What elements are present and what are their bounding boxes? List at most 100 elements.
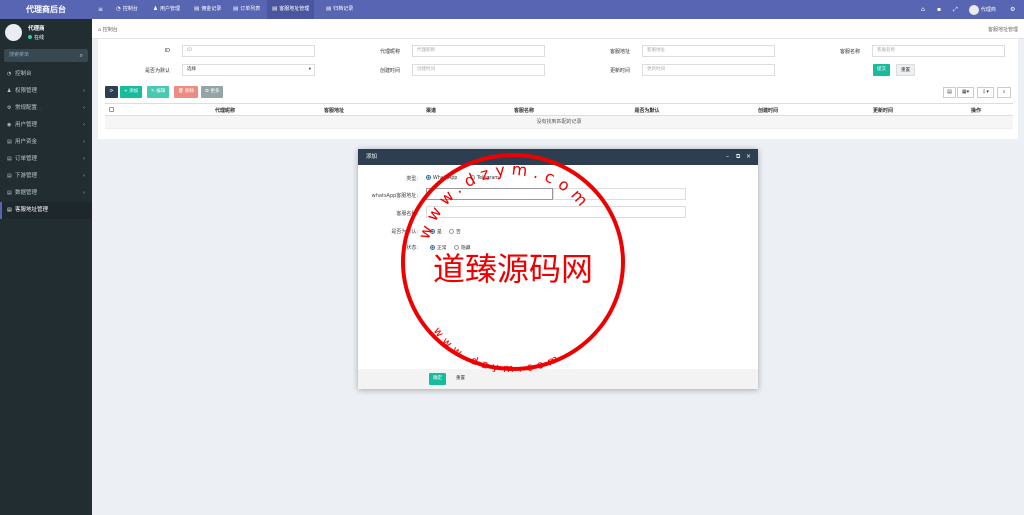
sidebar-item-8[interactable]: ▤ 客服地址管理 — [0, 202, 92, 219]
default-option-no[interactable]: 否 — [449, 228, 461, 235]
search-icon[interactable]: ⌕ — [997, 87, 1011, 98]
tab-label: 控制台 — [122, 6, 138, 12]
column-header[interactable]: 操作 — [971, 107, 981, 114]
address-input[interactable] — [426, 188, 553, 200]
list-icon: ▤ — [7, 207, 12, 213]
sidebar-item-3[interactable]: ◉ 用户管理 ‹ — [0, 117, 92, 134]
close-icon[interactable]: × — [746, 149, 751, 165]
home-icon[interactable]: ⌂ — [921, 0, 925, 19]
filter-name-input[interactable]: 客服名称 — [872, 45, 1005, 57]
modal-footer: 确定 重置 — [358, 369, 758, 389]
column-header[interactable]: 客服名称 — [514, 107, 534, 114]
filter-updated-placeholder: 更新时间 — [647, 67, 665, 72]
name-label: 客服名称: — [396, 211, 418, 217]
filter-created-input[interactable]: 创建时间 — [412, 64, 545, 76]
delete-button[interactable]: 🗑 删除 — [174, 86, 199, 98]
filter-default-select[interactable]: 选择 ▾ — [182, 64, 315, 76]
tab-0[interactable]: ◔ 控制台 — [116, 0, 138, 19]
default-option-yes[interactable]: 是 — [430, 228, 442, 235]
modal-header: 添加 – ⧉ × — [358, 149, 758, 165]
column-header[interactable]: 代理昵称 — [215, 107, 235, 114]
edit-button[interactable]: ✎ 编辑 — [147, 86, 170, 98]
tab-4[interactable]: ▤ 客服地址管理 — [267, 0, 315, 19]
filter-agent-input[interactable]: 代理昵称 — [412, 45, 545, 57]
status-option-hidden[interactable]: 隐藏 — [454, 244, 471, 251]
sidebar-item-1[interactable]: ♟ 权限管理 ‹ — [0, 83, 92, 100]
caret-down-icon: ▾ — [308, 67, 311, 72]
fullscreen-icon[interactable]: ⤢ — [953, 0, 958, 19]
tab-2[interactable]: ▤ 佣金记录 — [194, 0, 221, 19]
sidebar-item-6[interactable]: ▤ 下游管理 ‹ — [0, 168, 92, 185]
column-header[interactable]: 客服地址 — [324, 107, 344, 114]
sidebar-item-7[interactable]: ▤ 数据管理 ‹ — [0, 185, 92, 202]
list-icon: ▤ — [7, 139, 12, 145]
column-header[interactable]: 创建时间 — [758, 107, 778, 114]
table-header: ID 代理昵称 客服地址 渠道 客服名称 是否为默认 创建时间 更新时间 操作 — [37, 103, 1013, 116]
maximize-icon[interactable]: ⧉ — [736, 149, 740, 165]
tab-1[interactable]: ♟ 用户管理 — [153, 0, 180, 19]
sidebar-search-input[interactable]: 搜索菜单 ⌕ — [4, 49, 88, 62]
list-icon: ▤ — [7, 173, 12, 179]
status-option-normal[interactable]: 正常 — [430, 244, 447, 251]
user-menu[interactable]: 代理商 — [969, 0, 996, 19]
filter-address-input[interactable]: 客服地址 — [642, 45, 775, 57]
minimize-icon[interactable]: – — [726, 149, 729, 165]
type-option-telegram[interactable]: Telegram — [470, 175, 499, 181]
filter-updated-input[interactable]: 更新时间 — [642, 64, 775, 76]
sidebar-item-label: 控制台 — [15, 71, 32, 77]
breadcrumb-current: 客服地址管理 — [987, 27, 1018, 33]
reset-button[interactable]: 重置 — [896, 64, 915, 76]
select-all-checkbox[interactable] — [109, 107, 114, 112]
brand-title[interactable]: 代理商后台 — [0, 0, 92, 19]
sidebar-item-0[interactable]: ◔ 控制台 — [0, 66, 92, 83]
dashboard-icon: ◔ — [7, 71, 12, 77]
add-modal: 添加 – ⧉ × 类型: WhatsApp Telegram whatsApp客… — [358, 149, 758, 389]
filter-default-value: 选择 — [187, 67, 196, 72]
sidebar-item-4[interactable]: ▤ 用户资金 ‹ — [0, 134, 92, 151]
sidebar-item-5[interactable]: ▤ 订单管理 ‹ — [0, 151, 92, 168]
trash-icon[interactable]: ▪ — [937, 0, 941, 19]
search-icon[interactable]: ⌕ — [80, 49, 83, 62]
export-icon[interactable]: ⇩▾ — [977, 87, 994, 98]
sidebar-item-label: 用户资金 — [15, 139, 38, 145]
toggle-view-icon[interactable]: ▤ — [943, 87, 956, 98]
user-menu-label: 代理商 — [980, 7, 996, 13]
refresh-button[interactable]: ⟳ — [105, 86, 118, 98]
filter-created-placeholder: 创建时间 — [417, 67, 435, 72]
sidebar-item-label: 常规配置 — [15, 105, 38, 111]
columns-icon[interactable]: ▦▾ — [957, 87, 974, 98]
default-label: 是否为默认: — [391, 229, 418, 235]
type-option-telegram-label: Telegram — [477, 176, 499, 181]
filter-default-label: 是否为默认 — [144, 68, 170, 74]
filter-id-input[interactable]: ID — [182, 45, 315, 57]
address-phone-input[interactable] — [553, 188, 686, 200]
column-header[interactable]: 更新时间 — [873, 107, 893, 114]
name-input[interactable] — [426, 206, 686, 218]
submit-button[interactable]: 提交 — [873, 64, 890, 76]
user-icon: ♟ — [153, 6, 158, 12]
column-header[interactable]: ID — [37, 107, 43, 113]
avatar — [969, 4, 979, 15]
modal-reset-button[interactable]: 重置 — [452, 373, 469, 385]
radio-icon — [426, 175, 431, 180]
user-name: 代理商 — [28, 26, 45, 32]
radio-icon — [430, 229, 435, 234]
sidebar-item-2[interactable]: ⚙ 常规配置 ‹ — [0, 100, 92, 117]
add-button[interactable]: + 添加 — [120, 86, 143, 98]
column-header[interactable]: 是否为默认 — [635, 107, 660, 114]
tab-label: 佣金记录 — [201, 6, 222, 12]
menu-toggle-icon[interactable]: ≡ — [98, 0, 103, 19]
filter-name-label: 客服名称 — [839, 49, 860, 55]
status-option-hidden-label: 隐藏 — [461, 246, 471, 251]
more-button[interactable]: ⚙ 更多 — [201, 86, 224, 98]
tab-3[interactable]: ▤ 订单列表 — [233, 0, 260, 19]
radio-icon — [430, 245, 435, 250]
type-option-whatsapp[interactable]: WhatsApp — [426, 175, 457, 181]
chevron-left-icon: ‹ — [83, 190, 85, 196]
top-navbar: ≡ ◔ 控制台 ♟ 用户管理 ▤ 佣金记录 ▤ 订单列表 ▤ 客服地址管理 ▤ 归档记录 ⌂ ▪ ⤢ … — [92, 0, 1024, 19]
confirm-button[interactable]: 确定 — [429, 373, 446, 385]
tab-5[interactable]: ▤ 归档记录 — [326, 0, 353, 19]
settings-icon[interactable]: ⚙ — [1010, 0, 1015, 19]
column-header[interactable]: 渠道 — [426, 107, 436, 114]
breadcrumb-home[interactable]: ⌂ 控制台 — [98, 26, 118, 33]
